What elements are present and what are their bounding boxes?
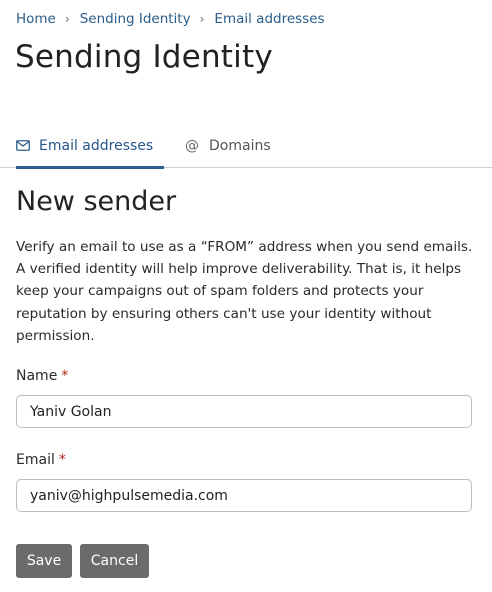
name-input[interactable] [16,395,472,428]
description-text: Verify an email to use as a “FROM” addre… [16,239,473,344]
section-title: New sender [16,186,177,217]
at-sign-icon: @ [185,138,199,154]
save-button[interactable]: Save [16,544,72,578]
chevron-right-icon: › [199,12,205,26]
required-marker: * [61,368,69,384]
email-label-text: Email [16,452,55,468]
name-label-text: Name [16,368,58,384]
breadcrumb-email-addresses[interactable]: Email addresses [214,11,324,27]
tab-domains-label: Domains [209,138,271,154]
tab-bar: Email addresses @ Domains [0,133,492,169]
page-title: Sending Identity [15,39,273,75]
envelope-icon [16,140,30,151]
email-input[interactable] [16,479,472,512]
tab-email-addresses-label: Email addresses [39,138,154,154]
breadcrumb: Home › Sending Identity › Email addresse… [16,11,325,27]
breadcrumb-home[interactable]: Home [16,11,56,27]
breadcrumb-sending-identity[interactable]: Sending Identity [80,11,191,27]
cancel-button[interactable]: Cancel [80,544,149,578]
tab-email-addresses[interactable]: Email addresses [16,133,164,169]
page: Home › Sending Identity › Email addresse… [0,0,492,592]
required-marker: * [58,452,66,468]
email-label: Email * [16,452,66,468]
chevron-right-icon: › [64,12,70,26]
tab-domains[interactable]: @ Domains [185,133,271,168]
name-label: Name * [16,368,68,384]
